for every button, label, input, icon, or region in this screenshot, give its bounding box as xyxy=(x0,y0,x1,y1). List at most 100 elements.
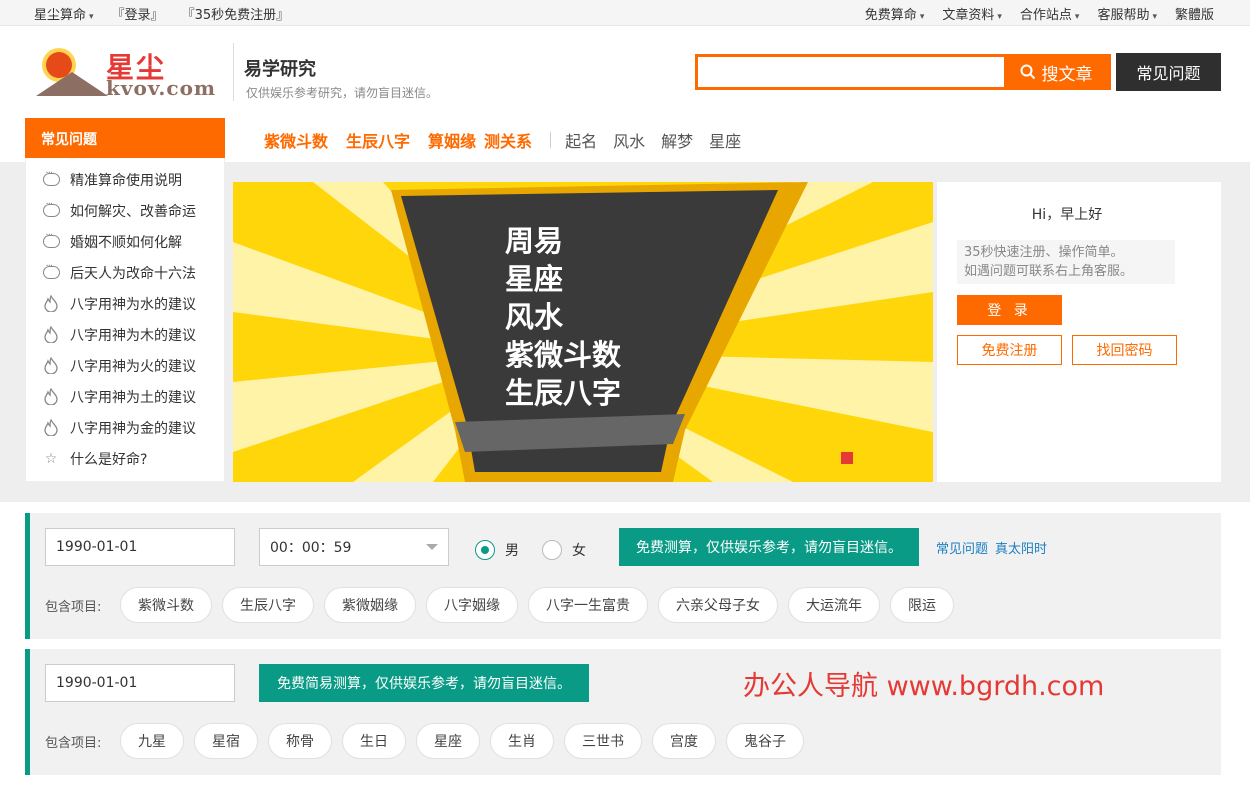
tag-item[interactable]: 宫度 xyxy=(652,723,716,759)
topbar-item-label: 免费算命 xyxy=(864,8,917,23)
detailed-submit-button[interactable]: 免费测算，仅供娱乐参考，请勿盲目迷信。 xyxy=(619,528,919,566)
nav-item-bazi[interactable]: 生辰八字 xyxy=(346,128,410,152)
topbar-item-label: 客服帮助 xyxy=(1097,8,1150,23)
top-bar-left: 星尘算命 ▾ 『登录』 『35秒免费注册』 xyxy=(34,4,289,23)
topbar-item-articles[interactable]: 文章资料 ▾ xyxy=(942,4,1002,23)
banner-line-5: 生辰八字 xyxy=(505,376,622,410)
login-tip-line: 如遇问题可联系右上角客服。 xyxy=(964,264,1134,279)
flame-icon xyxy=(42,326,60,344)
sidebar-item-sixteen[interactable]: 后天人为改命十六法 xyxy=(26,257,224,288)
search-bar: 搜文章 xyxy=(695,54,1111,90)
star-icon: ☆ xyxy=(44,450,58,467)
nav-divider xyxy=(550,132,552,148)
sidebar-item-wood[interactable]: 八字用神为木的建议 xyxy=(26,319,224,350)
sidebar-item-fire[interactable]: 八字用神为火的建议 xyxy=(26,350,224,381)
birth-date-input[interactable]: 1990-01-01 xyxy=(45,528,235,566)
tag-item[interactable]: 六亲父母子女 xyxy=(658,587,778,623)
tag-item[interactable]: 紫微姻缘 xyxy=(324,587,416,623)
banner-line-3: 风水 xyxy=(505,300,564,334)
detailed-form: 1990-01-01 00：00：59 男 女 免费测算，仅供娱乐参考，请勿盲目… xyxy=(25,513,1221,639)
sidebar-item-good-fate[interactable]: ☆ 什么是好命? xyxy=(26,443,224,474)
search-button[interactable]: 搜文章 xyxy=(1004,57,1108,87)
tag-item[interactable]: 鬼谷子 xyxy=(726,723,804,759)
login-button[interactable]: 登 录 xyxy=(957,295,1062,325)
solar-time-link[interactable]: 真太阳时 xyxy=(995,538,1047,557)
hero-banner[interactable]: 周易 星座 风水 紫微斗数 生辰八字 xyxy=(233,182,933,482)
faq-button[interactable]: 常见问题 xyxy=(1116,53,1221,91)
tag-item[interactable]: 三世书 xyxy=(564,723,642,759)
radio-label: 女 xyxy=(572,543,586,559)
nav-item-fengshui[interactable]: 风水 xyxy=(613,128,645,152)
login-tip-line: 35秒快速注册、操作简单。 xyxy=(964,245,1124,260)
nav-item-zodiac[interactable]: 星座 xyxy=(709,128,741,152)
chat-bubble-icon xyxy=(42,168,60,189)
search-input[interactable] xyxy=(698,57,1004,87)
nav-item-guanxi[interactable]: 测关系 xyxy=(484,128,532,152)
tag-item[interactable]: 生肖 xyxy=(490,723,554,759)
logo-text-en: kvov.com xyxy=(106,76,217,100)
sidebar-item-usage[interactable]: 精准算命使用说明 xyxy=(26,164,224,195)
topbar-item-free[interactable]: 免费算命 ▾ xyxy=(865,4,925,23)
banner-pager-dot[interactable] xyxy=(841,452,853,464)
caret-down-icon: ▾ xyxy=(89,12,94,22)
page-title: 易学研究 xyxy=(244,59,316,80)
chat-bubble-icon xyxy=(42,261,60,282)
include-label: 包含项目: xyxy=(45,736,102,751)
gender-female-radio[interactable]: 女 xyxy=(542,540,586,560)
top-bar: 星尘算命 ▾ 『登录』 『35秒免费注册』 免费算命 ▾ 文章资料 ▾ 合作站点 ▾ 客… xyxy=(0,0,1250,26)
topbar-item-label: 文章资料 xyxy=(942,8,995,23)
tag-item[interactable]: 八字一生富贵 xyxy=(528,587,648,623)
sidebar-item-earth[interactable]: 八字用神为土的建议 xyxy=(26,381,224,412)
page-subtitle: 仅供娱乐参考研究，请勿盲目迷信。 xyxy=(246,86,439,100)
include-tags: 紫微斗数 生辰八字 紫微姻缘 八字姻缘 八字一生富贵 六亲父母子女 大运流年 限… xyxy=(120,587,954,623)
topbar-item-label: 星尘算命 xyxy=(34,8,87,23)
sidebar-item-marriage[interactable]: 婚姻不顺如何化解 xyxy=(26,226,224,257)
tag-item[interactable]: 限运 xyxy=(890,587,954,623)
birth-time-select[interactable]: 00：00：59 xyxy=(259,528,449,566)
caret-down-icon: ▾ xyxy=(919,12,925,22)
topbar-register-link[interactable]: 『35秒免费注册』 xyxy=(182,4,290,23)
flame-icon xyxy=(42,388,60,406)
nav-item-dream[interactable]: 解梦 xyxy=(661,128,693,152)
topbar-item-label: 合作站点 xyxy=(1019,8,1072,23)
flame-icon xyxy=(42,295,60,313)
search-button-label: 搜文章 xyxy=(1041,64,1093,85)
simple-submit-button[interactable]: 免费简易测算，仅供娱乐参考，请勿盲目迷信。 xyxy=(259,664,589,702)
tag-item[interactable]: 紫微斗数 xyxy=(120,587,212,623)
chat-bubble-icon xyxy=(42,230,60,251)
topbar-login-link[interactable]: 『登录』 xyxy=(112,4,164,23)
sidebar-item-label: 八字用神为土的建议 xyxy=(70,389,196,406)
tag-item[interactable]: 称骨 xyxy=(268,723,332,759)
header-divider xyxy=(233,43,234,101)
sidebar-item-water[interactable]: 八字用神为水的建议 xyxy=(26,288,224,319)
tag-item[interactable]: 八字姻缘 xyxy=(426,587,518,623)
faq-link[interactable]: 常见问题 xyxy=(936,538,988,557)
tag-item[interactable]: 九星 xyxy=(120,723,184,759)
topbar-item-partners[interactable]: 合作站点 ▾ xyxy=(1020,4,1080,23)
tag-item[interactable]: 生日 xyxy=(342,723,406,759)
include-label: 包含项目: xyxy=(45,600,102,615)
tag-item[interactable]: 大运流年 xyxy=(788,587,880,623)
site-logo[interactable]: 星尘 kvov.com xyxy=(36,44,226,100)
topbar-item-traditional[interactable]: 繁體版 xyxy=(1175,4,1214,23)
register-button[interactable]: 免费注册 xyxy=(957,335,1062,365)
simple-birth-date-input[interactable]: 1990-01-01 xyxy=(45,664,235,702)
nav-item-ziwei[interactable]: 紫微斗数 xyxy=(264,128,328,152)
nav-item-yinyuan[interactable]: 算姻缘 xyxy=(428,128,476,152)
topbar-item-help[interactable]: 客服帮助 ▾ xyxy=(1097,4,1157,23)
banner-line-2: 星座 xyxy=(505,262,564,296)
gender-male-radio[interactable]: 男 xyxy=(475,540,519,560)
recover-password-button[interactable]: 找回密码 xyxy=(1072,335,1177,365)
tag-item[interactable]: 星宿 xyxy=(194,723,258,759)
topbar-item-site[interactable]: 星尘算命 ▾ xyxy=(34,4,94,23)
sidebar-item-disaster[interactable]: 如何解灾、改善命运 xyxy=(26,195,224,226)
nav-item-naming[interactable]: 起名 xyxy=(565,128,597,152)
chat-bubble-icon xyxy=(42,199,60,220)
mountain-logo-icon xyxy=(36,72,108,96)
tag-item[interactable]: 生辰八字 xyxy=(222,587,314,623)
tag-item[interactable]: 星座 xyxy=(416,723,480,759)
sidebar-item-metal[interactable]: 八字用神为金的建议 xyxy=(26,412,224,443)
sidebar-item-label: 八字用神为火的建议 xyxy=(70,358,196,375)
sidebar-item-label: 婚姻不顺如何化解 xyxy=(70,234,182,251)
sidebar-item-label: 如何解灾、改善命运 xyxy=(70,203,196,220)
